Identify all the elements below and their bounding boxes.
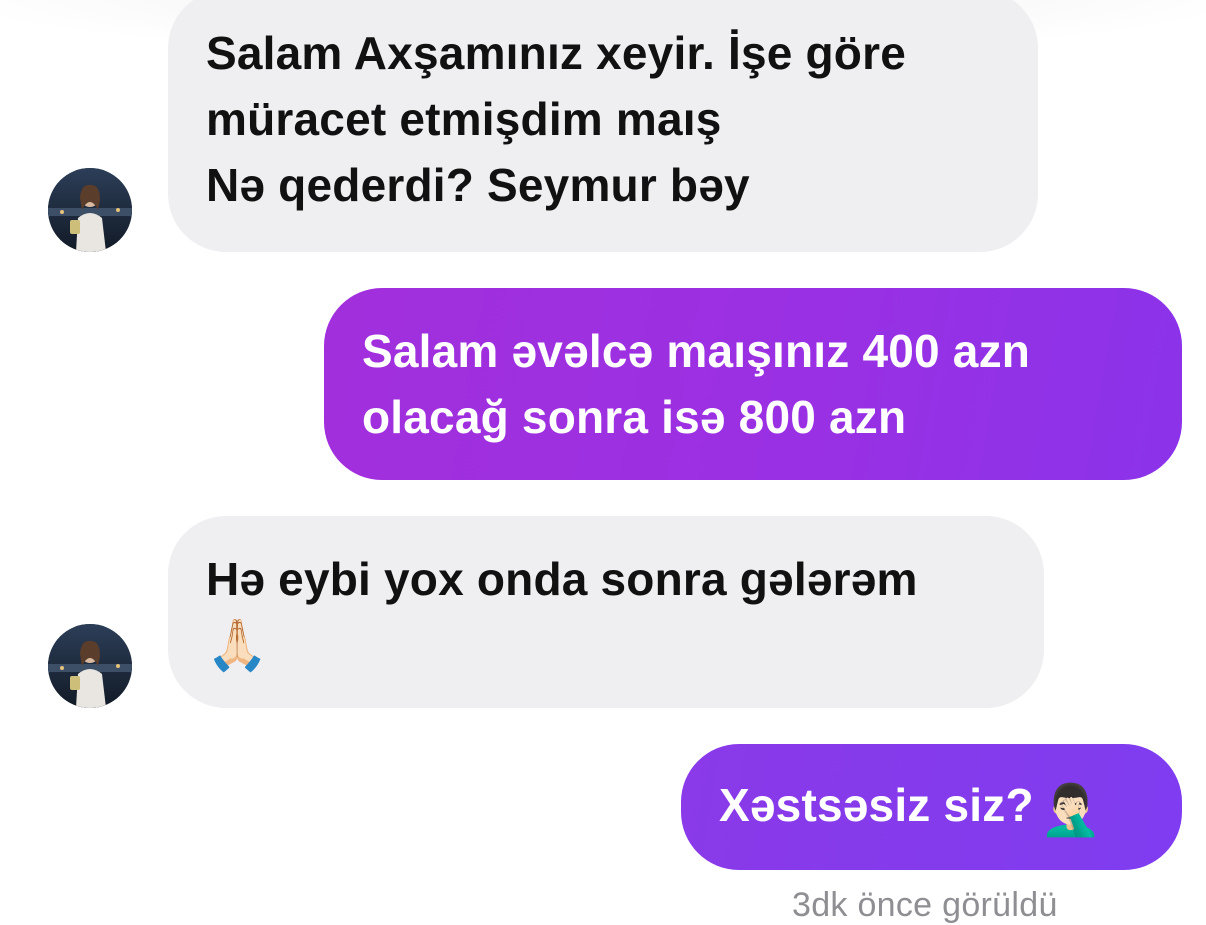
message-text-line: Salam Axşamınız xeyir. İşe göre xyxy=(206,27,906,79)
facepalm-emoji-icon: 🤦🏻‍♂️ xyxy=(1039,781,1103,839)
outgoing-message-bubble[interactable]: Salam əvəlcə maışınız 400 azn olacağ son… xyxy=(324,288,1182,480)
contact-avatar[interactable] xyxy=(48,168,132,252)
message-text-line: Hə eybi yox onda sonra gələrəm xyxy=(206,553,918,605)
avatar-photo-icon xyxy=(48,624,132,708)
message-text: Xəstsəsiz siz? xyxy=(719,779,1034,831)
incoming-message-bubble[interactable]: Salam Axşamınız xeyir. İşe göre müracet … xyxy=(168,0,1038,252)
outgoing-message-bubble[interactable]: Xəstsəsiz siz? 🤦🏻‍♂️ xyxy=(681,744,1182,870)
message-text-line: olacağ sonra isə 800 azn xyxy=(362,391,907,443)
message-text-line: müracet etmişdim maış xyxy=(206,93,722,145)
incoming-message-bubble[interactable]: Hə eybi yox onda sonra gələrəm 🙏🏻 xyxy=(168,516,1044,708)
message-text-line: Xəstsəsiz siz? 🤦🏻‍♂️ xyxy=(719,772,1182,843)
message-text-line: Salam əvəlcə maışınız 400 azn xyxy=(362,325,1031,377)
contact-avatar[interactable] xyxy=(48,624,132,708)
folded-hands-emoji-icon: 🙏🏻 xyxy=(206,616,269,674)
seen-status: 3dk önce görüldü xyxy=(792,886,1058,924)
avatar-photo-icon xyxy=(48,168,132,252)
message-text-line: Nə qederdi? Seymur bəy xyxy=(206,159,750,211)
